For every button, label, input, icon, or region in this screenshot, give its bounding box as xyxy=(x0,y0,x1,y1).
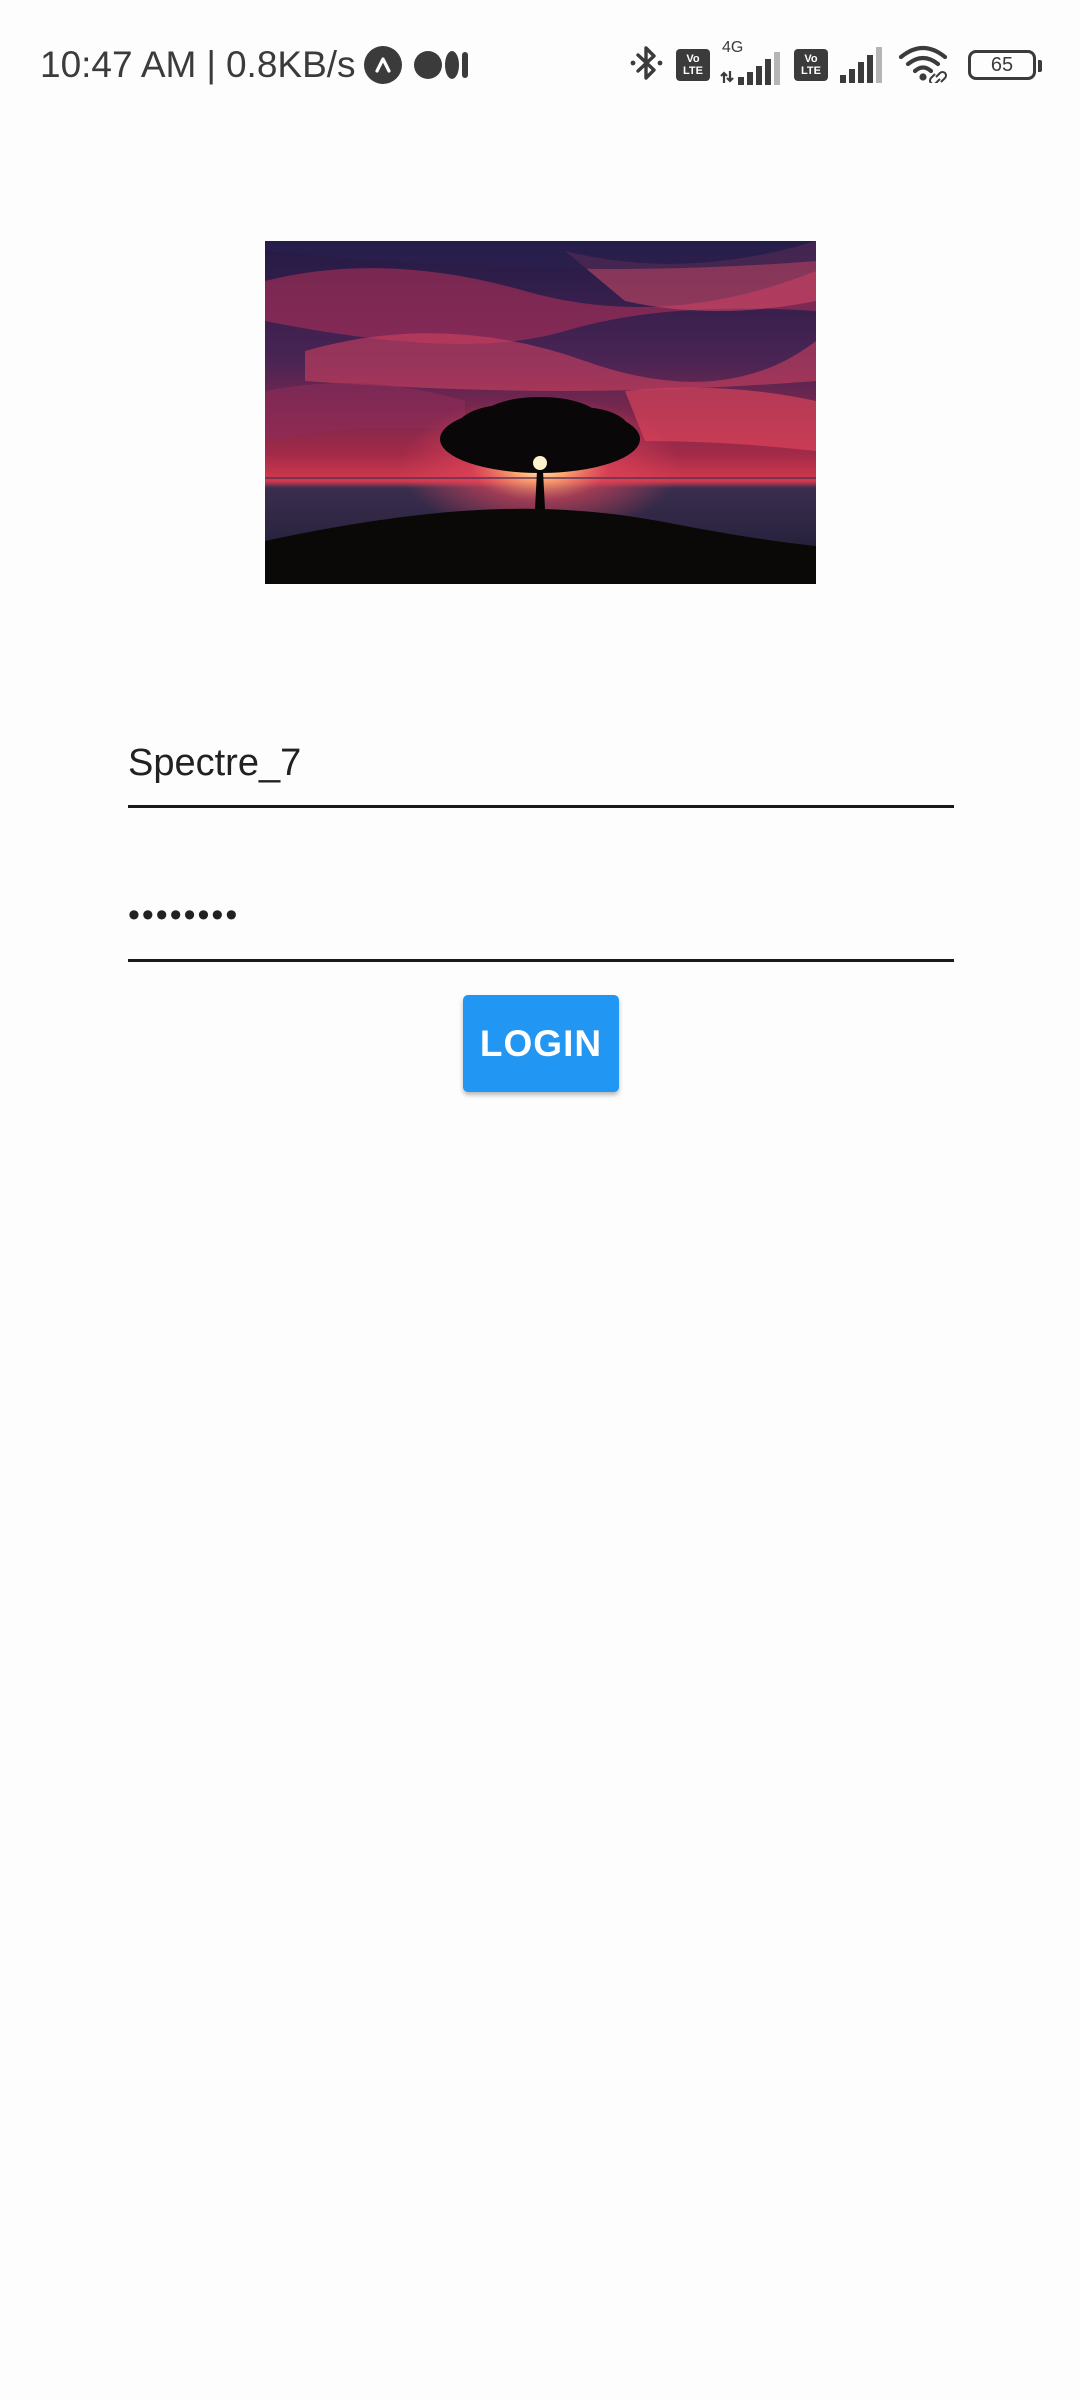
app-notification-icon xyxy=(363,46,402,84)
battery-level: 65 xyxy=(990,53,1014,76)
status-left: 10:47 AM | 0.8KB/s xyxy=(40,40,468,90)
volte-icon: Vo LTE xyxy=(676,49,710,81)
bluetooth-icon xyxy=(628,43,666,88)
username-value: Spectre_7 xyxy=(128,742,302,784)
volte-line2: LTE xyxy=(801,65,821,77)
volte-icon-2: Vo LTE xyxy=(794,49,828,81)
signal-4g-icon: 4G xyxy=(720,39,784,87)
wifi-icon xyxy=(898,43,952,88)
signal-icon xyxy=(838,43,888,88)
volte-line2: LTE xyxy=(683,65,703,77)
login-button[interactable]: LOGIN xyxy=(463,995,619,1092)
username-field[interactable]: Spectre_7 xyxy=(128,730,954,808)
login-screen: 10:47 AM | 0.8KB/s Vo LTE 4G Vo LTE 65 S… xyxy=(0,0,1080,2400)
network-speed: 0.8KB/s xyxy=(225,44,356,85)
volte-line1: Vo xyxy=(804,53,818,65)
password-value: •••••••• xyxy=(128,896,240,934)
medium-icon xyxy=(413,51,468,79)
sunset-tree-image xyxy=(265,241,816,584)
volte-line1: Vo xyxy=(686,53,700,65)
clock: 10:47 AM xyxy=(40,44,197,85)
status-right: Vo LTE 4G Vo LTE 65 xyxy=(628,39,1042,90)
battery-icon: 65 xyxy=(968,50,1042,80)
status-separator: | xyxy=(206,44,216,85)
password-field[interactable]: •••••••• xyxy=(128,880,954,962)
status-bar: 10:47 AM | 0.8KB/s Vo LTE 4G Vo LTE 65 xyxy=(0,0,1080,130)
